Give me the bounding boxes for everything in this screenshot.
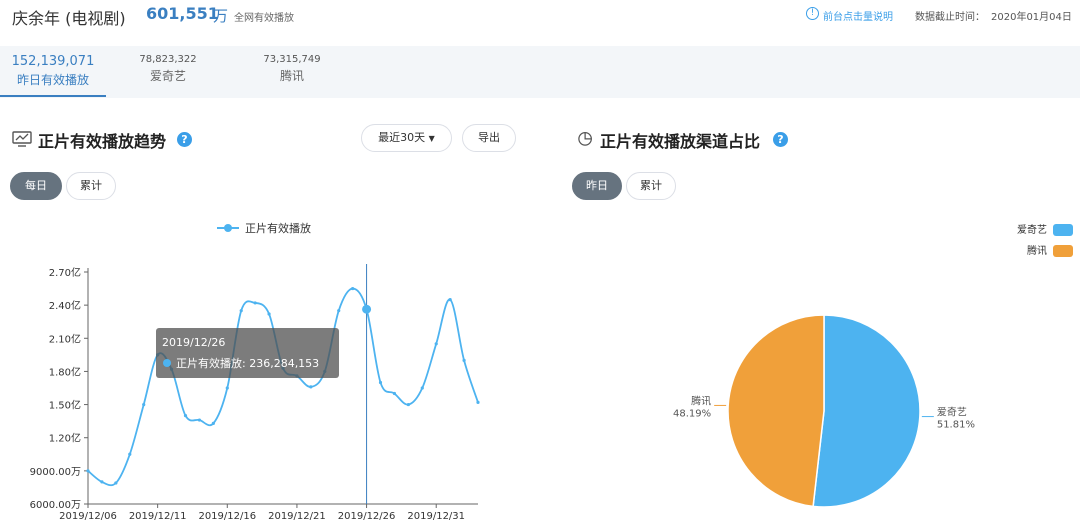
x-tick-label: 2019/12/16	[198, 511, 256, 522]
y-tick-label: 9000.00万	[30, 467, 81, 478]
share-title: 正片有效播放渠道占比	[600, 132, 761, 151]
tooltip: 2019/12/26 正片有效播放: 236,284,153	[156, 328, 339, 378]
data-point	[462, 358, 466, 362]
data-point	[267, 312, 271, 316]
tab-label: 爱奇艺	[149, 69, 186, 83]
y-tick-label: 1.50亿	[49, 399, 81, 412]
legend-label: 腾讯	[1027, 244, 1047, 257]
active-tab-underline	[0, 95, 106, 97]
legend-swatch	[1053, 224, 1073, 236]
tooltip-date: 2019/12/26	[162, 336, 225, 349]
legend-label: 正片有效播放	[245, 221, 311, 235]
data-point	[100, 480, 104, 484]
tab-value: 73,315,749	[263, 54, 321, 65]
y-tick-label: 6000.00万	[30, 500, 81, 511]
data-point	[448, 298, 452, 302]
mode-daily-button[interactable]: 每日	[10, 172, 62, 200]
data-point	[378, 380, 383, 385]
trend-title: 正片有效播放趋势	[38, 132, 167, 151]
data-cutoff-date: 2020年01月04日	[991, 12, 1072, 23]
x-tick-label: 2019/12/31	[407, 511, 465, 522]
tab-yesterday-plays[interactable]: 152,139,071 昨日有效播放	[0, 54, 106, 88]
range-select[interactable]: 最近30天 ▼	[361, 124, 452, 152]
pie-chart-icon	[578, 132, 592, 146]
share-help-icon[interactable]: ?	[773, 132, 788, 147]
y-tick-label: 2.10亿	[49, 332, 81, 345]
share-mode-yesterday-button[interactable]: 昨日	[572, 172, 622, 200]
slice-percent: 48.19%	[673, 408, 711, 419]
y-tick-label: 2.70亿	[49, 266, 81, 279]
slice-percent: 51.81%	[937, 420, 975, 431]
legend-label: 爱奇艺	[1017, 223, 1047, 236]
legend-marker	[224, 224, 232, 232]
data-point	[239, 309, 243, 313]
data-point	[406, 402, 410, 407]
data-point	[420, 386, 424, 390]
data-point	[351, 286, 355, 291]
data-cutoff-label: 数据截止时间：	[915, 12, 985, 23]
caret-down-icon: ▼	[428, 134, 435, 143]
click-count-explanation-link[interactable]: 前台点击量说明	[823, 8, 893, 23]
data-point	[476, 400, 480, 404]
slice-label: 腾讯	[691, 394, 711, 407]
total-play-unit: 万	[213, 7, 229, 25]
tab-label: 腾讯	[279, 69, 304, 83]
x-tick-label: 2019/12/06	[59, 511, 117, 522]
data-point	[225, 386, 229, 390]
trend-line-chart: 正片有效播放 6000.00万 9000.00万 1.20亿 1.50亿 1.80亿 2.1…	[30, 221, 480, 522]
pie-slice	[727, 314, 825, 508]
trend-help-icon[interactable]: ?	[177, 132, 192, 147]
tab-tencent[interactable]: 73,315,749 腾讯	[244, 54, 340, 84]
data-point	[142, 402, 146, 407]
mode-cumulative-button[interactable]: 累计	[66, 172, 116, 200]
series-line	[87, 287, 479, 487]
hover-point	[362, 304, 372, 314]
legend-swatch	[1053, 245, 1073, 257]
data-point	[86, 469, 90, 473]
x-tick-label: 2019/12/11	[129, 511, 187, 522]
platform-tabs: 152,139,071 昨日有效播放 78,823,322 爱奇艺 73,315…	[0, 46, 1080, 98]
data-point	[253, 301, 257, 305]
tab-value: 152,139,071	[11, 54, 95, 69]
data-point	[392, 391, 397, 396]
y-tick-label: 1.20亿	[49, 432, 81, 445]
data-point	[434, 342, 438, 346]
share-mode-cumulative-button[interactable]: 累计	[626, 172, 676, 200]
total-play-value: 601,551	[146, 4, 219, 23]
data-point	[211, 421, 215, 425]
data-point	[197, 418, 202, 422]
monitor-chart-icon	[12, 131, 32, 147]
tab-label: 昨日有效播放	[16, 73, 89, 87]
total-play-label: 全网有效播放	[234, 13, 294, 24]
export-button[interactable]: 导出	[462, 124, 516, 152]
y-tick-label: 1.80亿	[49, 365, 81, 378]
show-title: 庆余年 (电视剧)	[12, 9, 126, 28]
tab-iqiyi[interactable]: 78,823,322 爱奇艺	[120, 54, 216, 84]
tab-value: 78,823,322	[139, 54, 197, 65]
data-point	[309, 385, 313, 389]
data-point	[337, 309, 341, 313]
page-header: 庆余年 (电视剧) 601,551 万 全网有效播放 ! 前台点击量说明 数据截…	[0, 0, 1080, 44]
y-tick-label: 2.40亿	[49, 299, 81, 312]
x-tick-label: 2019/12/21	[268, 511, 326, 522]
range-select-label: 最近30天	[378, 131, 426, 144]
slice-label: 爱奇艺	[937, 406, 967, 419]
tooltip-marker	[163, 359, 171, 367]
data-point	[183, 414, 188, 418]
share-pie-chart: 爱奇艺腾讯爱奇艺51.81%腾讯48.19%	[673, 223, 1073, 508]
data-point	[128, 452, 132, 456]
x-tick-label: 2019/12/26	[338, 511, 396, 522]
pie-slice	[812, 314, 921, 508]
info-icon[interactable]: !	[806, 7, 819, 20]
data-point	[114, 481, 118, 485]
tooltip-value: 正片有效播放: 236,284,153	[176, 356, 319, 370]
